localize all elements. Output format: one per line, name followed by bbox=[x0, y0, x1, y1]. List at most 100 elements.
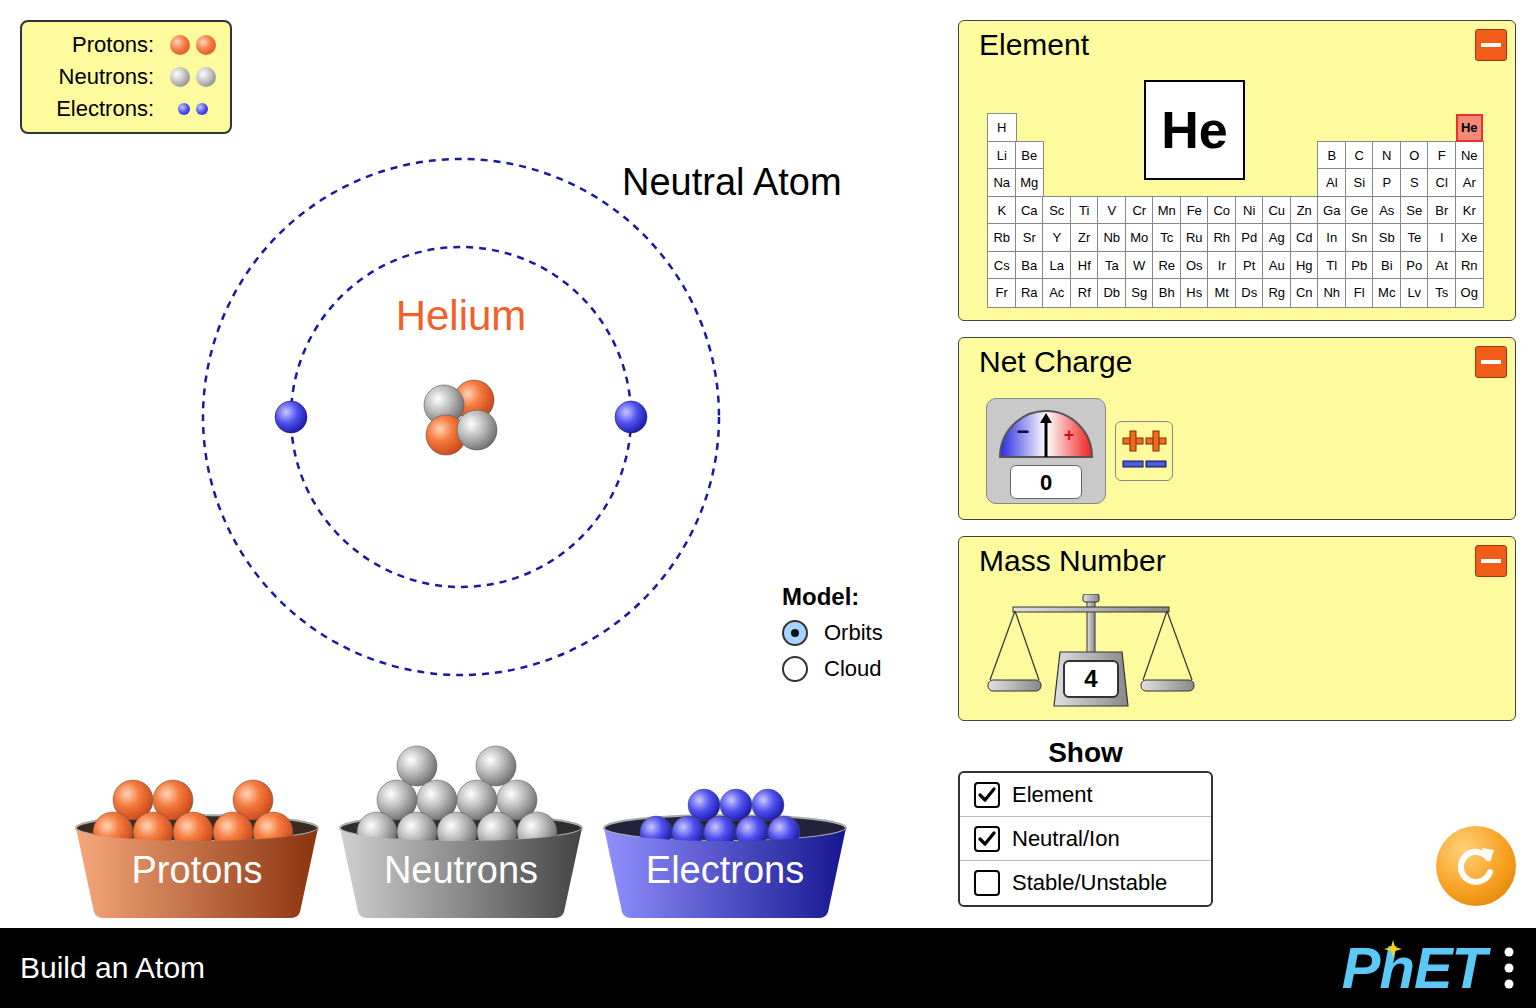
element-cell[interactable]: Bh bbox=[1153, 279, 1181, 307]
element-cell[interactable]: Ds bbox=[1236, 279, 1264, 307]
element-cell[interactable]: Og bbox=[1456, 279, 1484, 307]
model-radio[interactable]: Orbits bbox=[782, 618, 883, 648]
element-cell[interactable]: Nb bbox=[1098, 224, 1126, 252]
element-cell[interactable]: Rf bbox=[1071, 279, 1099, 307]
element-cell[interactable]: Po bbox=[1401, 252, 1429, 280]
element-cell[interactable]: Bi bbox=[1373, 252, 1401, 280]
element-cell[interactable]: Sr bbox=[1016, 224, 1044, 252]
element-cell[interactable]: Si bbox=[1346, 169, 1374, 197]
element-cell[interactable]: O bbox=[1401, 142, 1429, 170]
element-cell[interactable]: S bbox=[1401, 169, 1429, 197]
element-cell[interactable]: Rn bbox=[1456, 252, 1484, 280]
element-cell[interactable]: W bbox=[1126, 252, 1154, 280]
element-cell[interactable]: Xe bbox=[1456, 224, 1484, 252]
element-cell[interactable]: Pd bbox=[1236, 224, 1264, 252]
element-cell[interactable]: Mg bbox=[1016, 169, 1044, 197]
element-cell[interactable]: He bbox=[1456, 114, 1484, 142]
collapse-button[interactable] bbox=[1475, 346, 1507, 378]
element-cell[interactable]: Cr bbox=[1126, 197, 1154, 225]
element-cell[interactable]: Cn bbox=[1291, 279, 1319, 307]
show-checkbox-row[interactable]: Element bbox=[960, 773, 1211, 817]
element-cell[interactable]: Ru bbox=[1181, 224, 1209, 252]
element-cell[interactable]: As bbox=[1373, 197, 1401, 225]
collapse-button[interactable] bbox=[1475, 29, 1507, 61]
element-cell[interactable]: Li bbox=[988, 142, 1016, 170]
element-cell[interactable]: Os bbox=[1181, 252, 1209, 280]
element-cell[interactable]: Re bbox=[1153, 252, 1181, 280]
element-cell[interactable]: Ca bbox=[1016, 197, 1044, 225]
element-cell[interactable]: Ge bbox=[1346, 197, 1374, 225]
element-cell[interactable]: Ts bbox=[1428, 279, 1456, 307]
electron-particle[interactable] bbox=[615, 401, 647, 433]
element-cell[interactable]: In bbox=[1318, 224, 1346, 252]
element-cell[interactable]: Ra bbox=[1016, 279, 1044, 307]
element-cell[interactable]: P bbox=[1373, 169, 1401, 197]
element-cell[interactable]: Sn bbox=[1346, 224, 1374, 252]
element-cell[interactable]: Co bbox=[1208, 197, 1236, 225]
show-checkbox-row[interactable]: Stable/Unstable bbox=[960, 861, 1211, 905]
element-cell[interactable]: La bbox=[1043, 252, 1071, 280]
element-cell[interactable]: Fl bbox=[1346, 279, 1374, 307]
element-cell[interactable]: Se bbox=[1401, 197, 1429, 225]
element-cell[interactable]: Fr bbox=[988, 279, 1016, 307]
element-cell[interactable]: Te bbox=[1401, 224, 1429, 252]
element-cell[interactable]: F bbox=[1428, 142, 1456, 170]
element-cell[interactable]: Y bbox=[1043, 224, 1071, 252]
element-cell[interactable]: Rb bbox=[988, 224, 1016, 252]
element-cell[interactable]: Sb bbox=[1373, 224, 1401, 252]
element-cell[interactable]: N bbox=[1373, 142, 1401, 170]
element-cell[interactable]: Ar bbox=[1456, 169, 1484, 197]
element-cell[interactable]: H bbox=[988, 114, 1016, 142]
element-cell[interactable]: Hg bbox=[1291, 252, 1319, 280]
element-cell[interactable]: I bbox=[1428, 224, 1456, 252]
element-cell[interactable]: Ni bbox=[1236, 197, 1264, 225]
element-cell[interactable]: Fe bbox=[1181, 197, 1209, 225]
element-cell[interactable]: At bbox=[1428, 252, 1456, 280]
element-cell[interactable]: Ta bbox=[1098, 252, 1126, 280]
show-checkbox-row[interactable]: Neutral/Ion bbox=[960, 817, 1211, 861]
element-cell[interactable]: Ac bbox=[1043, 279, 1071, 307]
element-cell[interactable]: K bbox=[988, 197, 1016, 225]
element-cell[interactable]: Ne bbox=[1456, 142, 1484, 170]
element-cell[interactable]: Db bbox=[1098, 279, 1126, 307]
particle-bucket[interactable]: Electrons bbox=[600, 742, 850, 920]
element-cell[interactable]: Cd bbox=[1291, 224, 1319, 252]
menu-icon[interactable] bbox=[1504, 946, 1514, 990]
element-cell[interactable]: Cs bbox=[988, 252, 1016, 280]
particle-bucket[interactable]: Neutrons bbox=[336, 742, 586, 920]
phet-logo[interactable]: PhET bbox=[1342, 936, 1486, 1000]
element-cell[interactable]: Hs bbox=[1181, 279, 1209, 307]
element-cell[interactable]: Be bbox=[1016, 142, 1044, 170]
element-cell[interactable]: Rg bbox=[1263, 279, 1291, 307]
element-cell[interactable]: Zr bbox=[1071, 224, 1099, 252]
element-cell[interactable]: Tl bbox=[1318, 252, 1346, 280]
element-cell[interactable]: Ba bbox=[1016, 252, 1044, 280]
element-cell[interactable]: Ga bbox=[1318, 197, 1346, 225]
element-cell[interactable]: Cl bbox=[1428, 169, 1456, 197]
element-cell[interactable]: Mo bbox=[1126, 224, 1154, 252]
element-cell[interactable]: Mc bbox=[1373, 279, 1401, 307]
element-cell[interactable]: Na bbox=[988, 169, 1016, 197]
element-cell[interactable]: B bbox=[1318, 142, 1346, 170]
element-cell[interactable]: Pt bbox=[1236, 252, 1264, 280]
element-cell[interactable]: Zn bbox=[1291, 197, 1319, 225]
element-cell[interactable]: Pb bbox=[1346, 252, 1374, 280]
element-cell[interactable]: Br bbox=[1428, 197, 1456, 225]
neutron-particle[interactable] bbox=[457, 410, 497, 450]
element-cell[interactable]: Kr bbox=[1456, 197, 1484, 225]
particle-bucket[interactable]: Protons bbox=[72, 742, 322, 920]
element-cell[interactable]: Ir bbox=[1208, 252, 1236, 280]
element-cell[interactable]: C bbox=[1346, 142, 1374, 170]
element-cell[interactable]: Ti bbox=[1071, 197, 1099, 225]
reset-button[interactable] bbox=[1436, 826, 1516, 906]
element-cell[interactable]: Tc bbox=[1153, 224, 1181, 252]
element-cell[interactable]: Al bbox=[1318, 169, 1346, 197]
element-cell[interactable]: Nh bbox=[1318, 279, 1346, 307]
element-cell[interactable]: Hf bbox=[1071, 252, 1099, 280]
element-cell[interactable]: Rh bbox=[1208, 224, 1236, 252]
electron-particle[interactable] bbox=[275, 401, 307, 433]
element-cell[interactable]: Sc bbox=[1043, 197, 1071, 225]
element-cell[interactable]: V bbox=[1098, 197, 1126, 225]
model-radio[interactable]: Cloud bbox=[782, 654, 883, 684]
element-cell[interactable]: Mn bbox=[1153, 197, 1181, 225]
